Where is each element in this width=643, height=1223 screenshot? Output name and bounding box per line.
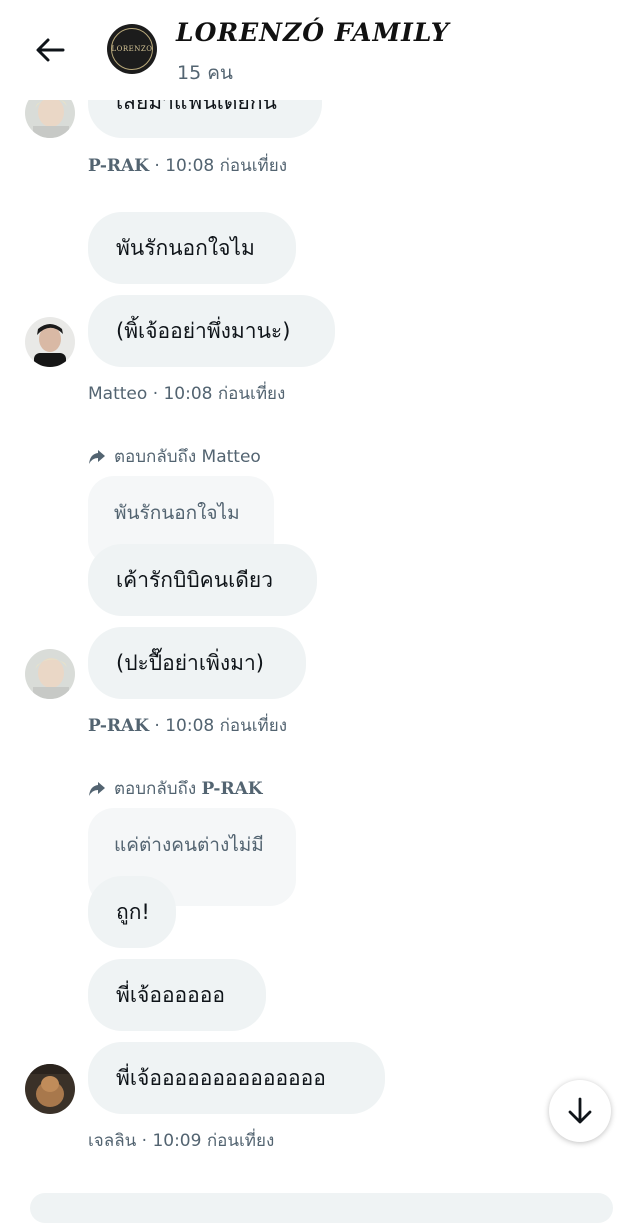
message-bubble[interactable]: ถูก!	[88, 876, 176, 948]
timestamp: · 10:08 ก่อนเที่ยง	[152, 384, 286, 404]
message-bubble[interactable]: เค้ารักบิบิคนเดียว	[88, 544, 317, 616]
scroll-to-bottom-button[interactable]	[549, 1080, 611, 1142]
user-photo-matteo	[25, 317, 75, 367]
message-meta: P-RAK · 10:08 ก่อนเที่ยง	[88, 712, 287, 739]
reply-prefix: ตอบกลับถึง	[114, 779, 197, 799]
reply-arrow-icon	[89, 449, 105, 464]
timestamp: · 10:09 ก่อนเที่ยง	[141, 1131, 275, 1151]
message-text: เค้ารักบิบิคนเดียว	[116, 567, 273, 592]
sender-name[interactable]: เจลลิน	[88, 1131, 136, 1151]
message-meta: P-RAK · 10:08 ก่อนเที่ยง	[88, 152, 287, 179]
reply-target-name: Matteo	[201, 447, 261, 467]
group-avatar[interactable]: LORENZO	[107, 24, 157, 74]
message-text: พี่เจ้ออออออออออออออ	[116, 1065, 326, 1090]
user-photo-p-rak	[25, 649, 75, 699]
reply-prefix: ตอบกลับถึง	[114, 447, 197, 467]
timestamp: · 10:08 ก่อนเที่ยง	[154, 716, 288, 736]
sender-name[interactable]: P-RAK	[88, 716, 149, 736]
reply-indicator: ตอบกลับถึง P-RAK	[88, 775, 263, 802]
user-photo-jellin	[25, 1064, 75, 1114]
reply-target-name: P-RAK	[201, 779, 263, 799]
message-bubble[interactable]: (ปะปื๊อย่าเพิ่งมา)	[88, 627, 306, 699]
reply-arrow-icon	[89, 781, 105, 796]
message-bubble[interactable]: พี่เจ้ออออออ	[88, 959, 266, 1031]
message-text: ถูก!	[116, 899, 150, 924]
arrow-left-icon	[36, 38, 65, 62]
quoted-text: พันรักนอกใจไม	[114, 502, 240, 524]
avatar-jellin[interactable]	[25, 1064, 75, 1114]
sender-name[interactable]: P-RAK	[88, 156, 149, 176]
message-bubble[interactable]: พันรักนอกใจไม	[88, 212, 296, 284]
sender-name[interactable]: Matteo	[88, 384, 147, 404]
message-bubble[interactable]: (พิ้เจ้ออย่าพึ่งมานะ)	[88, 295, 335, 367]
group-avatar-logo-text: LORENZO	[111, 45, 153, 53]
chat-header: LORENZO LORENZÓ FAMILY 15 คน	[0, 0, 643, 100]
back-button[interactable]	[28, 28, 72, 72]
member-count: 15 คน	[177, 62, 233, 84]
timestamp: · 10:08 ก่อนเที่ยง	[154, 156, 288, 176]
message-composer[interactable]	[30, 1193, 613, 1223]
group-title[interactable]: LORENZÓ FAMILY	[176, 18, 450, 47]
avatar-matteo[interactable]	[25, 317, 75, 367]
message-text: พันรักนอกใจไม	[116, 235, 255, 260]
reply-indicator: ตอบกลับถึง Matteo	[88, 443, 261, 470]
message-text: (ปะปื๊อย่าเพิ่งมา)	[116, 650, 264, 675]
quoted-text: แค่ต่างคนต่างไม่มี	[114, 834, 264, 856]
arrow-down-icon	[568, 1097, 592, 1124]
message-bubble[interactable]: พี่เจ้ออออออออออออออ	[88, 1042, 385, 1114]
message-text: (พิ้เจ้ออย่าพึ่งมานะ)	[116, 318, 291, 343]
message-meta: เจลลิน · 10:09 ก่อนเที่ยง	[88, 1127, 274, 1154]
message-meta: Matteo · 10:08 ก่อนเที่ยง	[88, 380, 285, 407]
avatar-p-rak[interactable]	[25, 649, 75, 699]
message-text: พี่เจ้ออออออ	[116, 982, 225, 1007]
